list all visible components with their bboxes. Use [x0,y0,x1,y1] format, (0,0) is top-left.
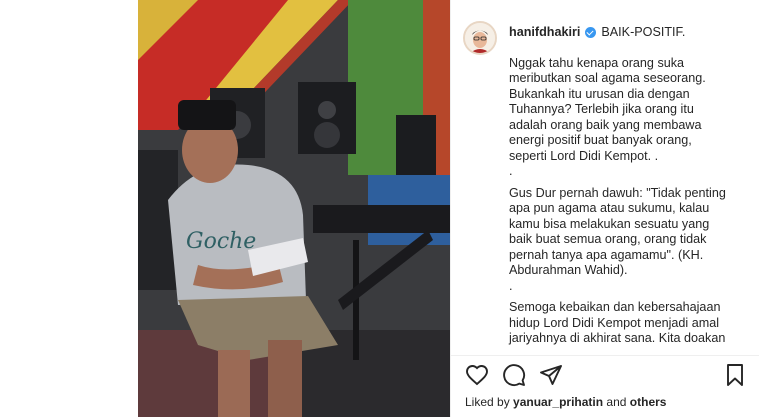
svg-text:Goche: Goche [186,229,256,254]
likes-and: and [606,395,627,409]
caption-paragraph-1: Nggak tahu kenapa orang suka meributkan … [509,56,749,180]
caption-line: energi positif buat banyak orang, [509,133,692,147]
caption-first-line: BAIK-POSITIF. [601,25,686,39]
post-video-media[interactable]: Goche [138,0,450,417]
video-frame-image: Goche [138,0,450,417]
caption-line: hidup Lord Didi Kempot menjadi amal [509,315,720,330]
bookmark-icon[interactable] [723,363,747,387]
caption-line: apa pun agama atau sukumu, kalau [509,201,710,215]
comment-icon[interactable] [502,363,526,387]
paper-plane-icon[interactable] [539,363,563,387]
caption-line: pernah tanya apa agamamu". (KH. [509,247,704,262]
caption-line: kamu bisa melakukan sesuatu yang [509,216,710,231]
caption-separator: . [509,278,513,293]
caption-line: Abdurahman Wahid). [509,263,628,277]
caption-line: baik buat semua orang, orang tidak [509,232,707,246]
caption-line: Bukankah itu urusan dia dengan [509,86,690,101]
caption-line: Semoga kebaikan dan kebersahajaan [509,300,721,314]
likes-others-link[interactable]: others [630,395,667,409]
caption-line: Nggak tahu kenapa orang suka [509,55,685,70]
caption-header: hanifdhakiri BAIK-POSITIF. [509,25,749,41]
caption-line: jariyahnya di akhirat sana. Kita doakan [509,331,726,345]
liked-by-user-link[interactable]: yanuar_prihatin [513,395,603,409]
post-caption: hanifdhakiri BAIK-POSITIF. Nggak tahu ke… [509,25,749,347]
post-side-panel: hanifdhakiri BAIK-POSITIF. Nggak tahu ke… [450,0,759,417]
caption-separator: . [509,164,513,178]
likes-prefix: Liked by [465,395,510,409]
caption-line: Gus Dur pernah dawuh: "Tidak penting [509,185,726,200]
heart-icon[interactable] [465,363,489,387]
verified-badge-icon [585,27,597,39]
caption-line: meributkan soal agama seseorang. [509,71,706,85]
caption-line: adalah orang baik yang membawa [509,117,702,132]
caption-line: Tuhannya? Terlebih jika orang itu [509,102,694,116]
caption-line: seperti Lord Didi Kempot. . [509,148,659,163]
likes-summary: Liked by yanuar_prihatin and others [465,395,666,409]
username-link[interactable]: hanifdhakiri [509,25,580,41]
caption-paragraph-3: Semoga kebaikan dan kebersahajaan hidup … [509,300,749,347]
avatar[interactable] [463,21,497,55]
post-action-bar [451,355,759,394]
caption-paragraph-2: Gus Dur pernah dawuh: "Tidak penting apa… [509,186,749,295]
profile-picture-icon [465,23,495,53]
